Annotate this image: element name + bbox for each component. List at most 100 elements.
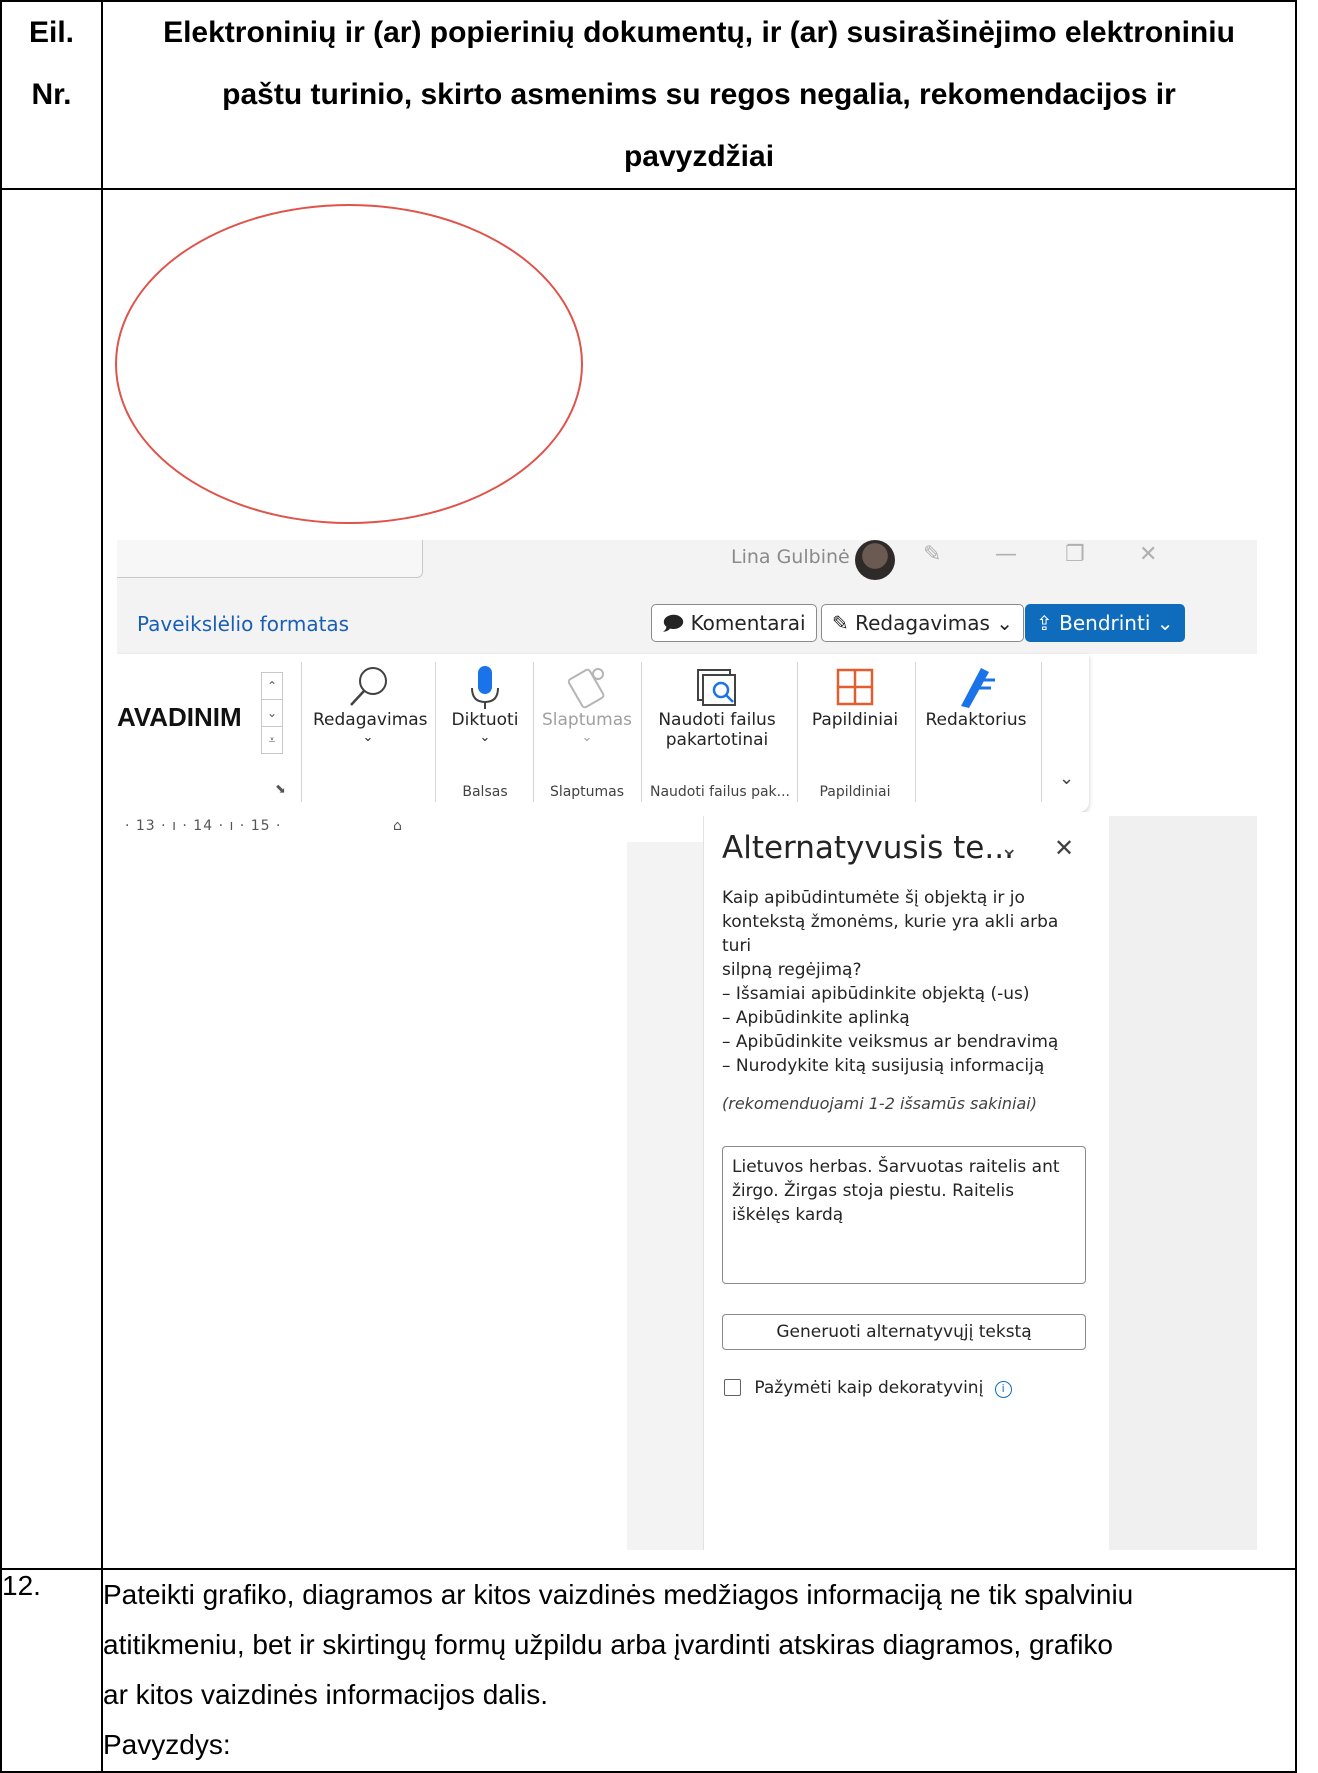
row-12-text: Pateikti grafiko, diagramos ar kitos vai… (101, 1568, 1297, 1773)
figure-cell: Lina Gulbinė ✎ — ❐ ✕ Paveikslėlio format… (101, 188, 1297, 1570)
sensitivity-icon (567, 668, 605, 709)
comment-icon: 🗩 (662, 611, 685, 635)
magnifier-icon (350, 667, 387, 706)
divider (641, 662, 642, 802)
addins-button[interactable]: Papildiniai (803, 664, 907, 730)
divider (915, 662, 916, 802)
document-page[interactable] (117, 842, 627, 1550)
restore-icon[interactable]: ❐ (1065, 542, 1085, 567)
ruler-marks: · 13 · ı · 14 · ı · 15 · (125, 818, 282, 834)
dictate-label: Diktuoti (451, 710, 519, 730)
dictate-chevron-icon: ⌄ (479, 730, 491, 745)
pane-hint: (rekomenduojami 1-2 išsamūs sakiniai) (722, 1094, 1037, 1113)
dictate-button[interactable]: Diktuoti ⌄ (445, 664, 525, 745)
header-nr-line1: Eil. (28, 16, 74, 49)
editor-label: Redaktorius (925, 710, 1027, 730)
divider (435, 662, 436, 802)
pane-desc-line: – Apibūdinkite veiksmus ar bendravimą (722, 1032, 1059, 1052)
figure-nr-cell (0, 188, 103, 1570)
divider (797, 662, 798, 802)
table-row-12: 12. Pateikti grafiko, diagramos ar kitos… (0, 1568, 1297, 1773)
title-bar: Lina Gulbinė ✎ — ❐ ✕ (117, 540, 1257, 596)
reuse-files-label-1: Naudoti failus (658, 710, 776, 730)
editor-icon (961, 668, 995, 708)
share-label: Bendrinti (1059, 611, 1151, 635)
editing-button[interactable]: Redagavimas ⌄ (313, 664, 428, 745)
user-name: Lina Gulbinė (731, 546, 850, 568)
pane-desc-line: Kaip apibūdintumėte šį objektą ir jo (722, 888, 1025, 908)
header-title-cell: Elektroninių ir (ar) popierinių dokument… (101, 0, 1297, 190)
share-chevron-icon: ⌄ (1156, 611, 1174, 635)
indent-marker-icon[interactable]: ⌂ (393, 818, 402, 834)
pen-icon[interactable]: ✎ (923, 542, 941, 567)
row-12-line1: Pateikti grafiko, diagramos ar kitos vai… (103, 1579, 1134, 1610)
header-title-line2: paštu turinio, skirto asmenims su regos … (222, 78, 1176, 111)
dialog-launcher-icon[interactable]: ⬊ (275, 782, 286, 797)
pane-close-icon[interactable]: ✕ (1054, 834, 1074, 862)
group-label-reuse: Naudoti failus pak... (649, 784, 791, 800)
styles-up-icon[interactable]: ⌃ (262, 673, 282, 700)
reuse-files-button[interactable]: Naudoti failus pakartotinai (647, 664, 787, 750)
pencil-icon: ✎ (832, 611, 849, 635)
pane-description: Kaip apibūdintumėte šį objektą ir jo kon… (722, 886, 1092, 1078)
sensitivity-button[interactable]: Slaptumas ⌄ (539, 664, 635, 745)
generate-alt-text-button[interactable]: Generuoti alternatyvųjį tekstą (722, 1314, 1086, 1350)
alt-text-input[interactable]: Lietuvos herbas. Šarvuotas raitelis ant … (722, 1146, 1086, 1284)
pane-desc-line: kontekstą žmonėms, kurie yra akli arba t… (722, 912, 1059, 956)
chevron-down-icon: ⌄ (996, 611, 1014, 635)
pane-options-chevron-icon[interactable]: ⌄ (1000, 836, 1018, 861)
sensitivity-chevron-icon: ⌄ (581, 730, 593, 745)
styles-gallery[interactable]: AVADINIM ⌃ ⌄ ⩡ (117, 672, 285, 754)
decorative-checkbox[interactable] (724, 1379, 741, 1396)
title-search-box[interactable] (117, 540, 423, 578)
editor-button[interactable]: Redaktorius (921, 664, 1031, 730)
share-icon: ⇪ (1036, 611, 1053, 635)
editing-label: Redagavimas (313, 710, 428, 730)
ribbon: AVADINIM ⌃ ⌄ ⩡ ⬊ Redagavimas ⌄ Diktuoti … (117, 654, 1089, 812)
figure-row: Lina Gulbinė ✎ — ❐ ✕ Paveikslėlio format… (0, 188, 1297, 1570)
styles-more-icon[interactable]: ⩡ (262, 727, 282, 754)
share-button[interactable]: ⇪ Bendrinti ⌄ (1025, 604, 1185, 642)
editing-mode-button[interactable]: ✎ Redagavimas ⌄ (821, 604, 1025, 642)
sensitivity-label: Slaptumas (542, 710, 632, 730)
pane-desc-line: silpną regėjimą? (722, 960, 862, 980)
group-label-addins: Papildiniai (819, 784, 891, 800)
styles-preview: AVADINIM (117, 702, 242, 732)
tab-picture-format[interactable]: Paveikslėlio formatas (137, 612, 349, 636)
close-window-icon[interactable]: ✕ (1139, 542, 1157, 567)
reuse-files-label-2: pakartotinai (665, 730, 769, 750)
red-ellipse-annotation (115, 204, 583, 524)
alt-text-pane: Alternatyvusis te... ⌄ ✕ Kaip apibūdintu… (703, 816, 1109, 1550)
recommendations-table: Eil. Nr. Elektroninių ir (ar) popierinių… (0, 0, 1297, 1773)
header-title-line1: Elektroninių ir (ar) popierinių dokument… (163, 16, 1235, 49)
avatar[interactable] (855, 540, 895, 580)
word-screenshot: Lina Gulbinė ✎ — ❐ ✕ Paveikslėlio format… (117, 540, 1257, 1550)
tabs-row: Paveikslėlio formatas 🗩 Komentarai ✎ Red… (117, 596, 1257, 654)
addins-label: Papildiniai (811, 710, 899, 730)
header-nr-line2: Nr. (31, 78, 72, 111)
ribbon-expand-icon[interactable]: ⌄ (1059, 768, 1074, 789)
row-12-line4: Pavyzdys: (103, 1729, 231, 1760)
header-title-line3: pavyzdžiai (623, 140, 775, 173)
divider (301, 662, 302, 802)
editing-mode-label: Redagavimas (855, 611, 990, 635)
window-edge (1109, 816, 1257, 1550)
row-12-line3: ar kitos vaizdinės informacijos dalis. (103, 1679, 549, 1710)
editing-chevron-icon: ⌄ (362, 730, 374, 745)
divider (533, 662, 534, 802)
comments-button[interactable]: 🗩 Komentarai (651, 604, 817, 642)
divider (1041, 662, 1042, 802)
header-nr-cell: Eil. Nr. (0, 0, 103, 190)
table-header-row: Eil. Nr. Elektroninių ir (ar) popierinių… (0, 0, 1297, 190)
row-number: 12. (0, 1568, 103, 1773)
pane-title: Alternatyvusis te... (722, 830, 1014, 866)
minimize-icon[interactable]: — (995, 542, 1017, 567)
pane-desc-line: – Apibūdinkite aplinką (722, 1008, 910, 1028)
group-label-sensitivity: Slaptumas (549, 784, 625, 800)
comments-label: Komentarai (690, 611, 806, 635)
pane-desc-line: – Nurodykite kitą susijusią informaciją (722, 1056, 1045, 1076)
info-icon[interactable]: i (994, 1381, 1012, 1398)
styles-down-icon[interactable]: ⌄ (262, 700, 282, 727)
styles-scroll[interactable]: ⌃ ⌄ ⩡ (261, 672, 283, 754)
addins-icon (836, 668, 874, 706)
